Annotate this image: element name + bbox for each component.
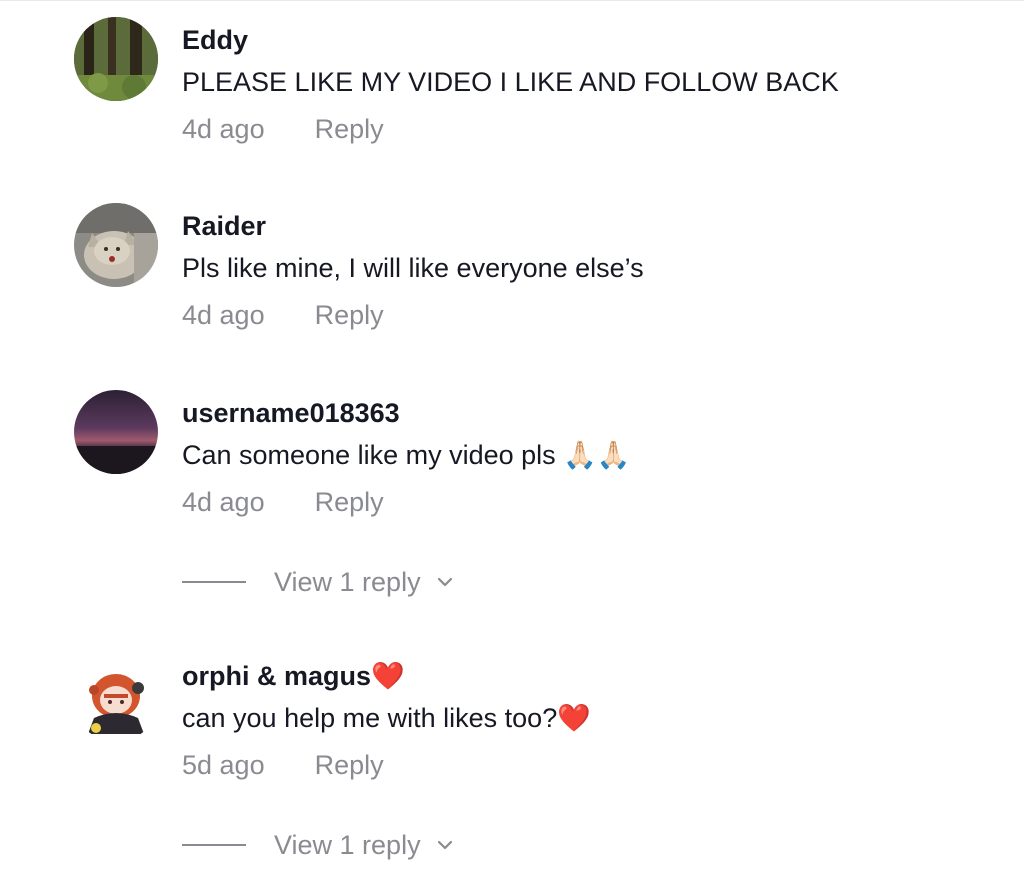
reply-button[interactable]: Reply bbox=[315, 114, 384, 144]
comment-username[interactable]: Raider bbox=[182, 210, 266, 242]
comment-meta: 4d ago Reply bbox=[182, 299, 384, 331]
sunset-avatar[interactable] bbox=[74, 390, 158, 474]
comment-timestamp: 4d ago bbox=[182, 300, 265, 330]
comment-username[interactable]: username018363 bbox=[182, 397, 400, 429]
comment-text: can you help me with likes too?❤️ bbox=[182, 703, 591, 733]
reply-button[interactable]: Reply bbox=[315, 750, 384, 780]
cat-avatar[interactable] bbox=[74, 203, 158, 287]
comment-timestamp: 4d ago bbox=[182, 487, 265, 517]
comment-timestamp: 5d ago bbox=[182, 750, 265, 780]
replies-divider-line bbox=[182, 844, 246, 846]
anime-avatar[interactable] bbox=[74, 658, 158, 742]
forest-avatar[interactable] bbox=[74, 17, 158, 101]
comment-meta: 4d ago Reply bbox=[182, 486, 384, 518]
comment-timestamp: 4d ago bbox=[182, 114, 265, 144]
replies-divider-line bbox=[182, 581, 246, 583]
reply-button[interactable]: Reply bbox=[315, 300, 384, 330]
view-replies-button[interactable]: View 1 reply bbox=[182, 566, 455, 598]
reply-button[interactable]: Reply bbox=[315, 487, 384, 517]
comment-meta: 4d ago Reply bbox=[182, 113, 384, 145]
comment-text: Pls like mine, I will like everyone else… bbox=[182, 253, 644, 283]
top-divider bbox=[0, 0, 1024, 1]
comment-meta: 5d ago Reply bbox=[182, 749, 384, 781]
comment-username[interactable]: Eddy bbox=[182, 24, 248, 56]
view-replies-label: View 1 reply bbox=[274, 567, 421, 597]
chevron-down-icon bbox=[437, 840, 452, 850]
chevron-down-icon bbox=[437, 577, 452, 587]
view-replies-button[interactable]: View 1 reply bbox=[182, 829, 455, 861]
comment-text: Can someone like my video pls 🙏🏻🙏🏻 bbox=[182, 440, 631, 470]
comment-text: PLEASE LIKE MY VIDEO I LIKE AND FOLLOW B… bbox=[182, 67, 839, 97]
comment-username[interactable]: orphi & magus❤️ bbox=[182, 660, 405, 692]
view-replies-label: View 1 reply bbox=[274, 830, 421, 860]
